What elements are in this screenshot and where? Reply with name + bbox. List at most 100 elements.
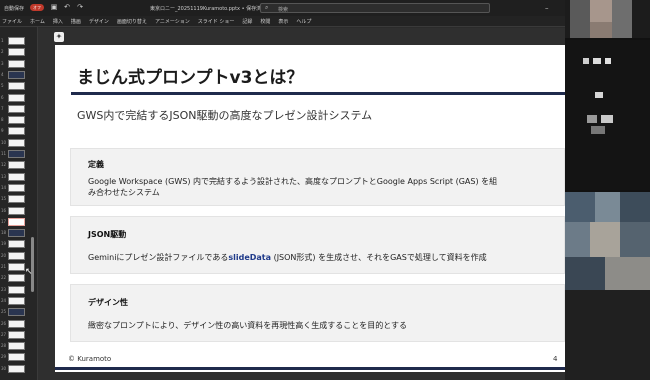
slide-thumbnail[interactable]	[8, 364, 25, 373]
video-participants-panel	[565, 0, 650, 290]
thumbnail-number: 4	[1, 71, 4, 77]
tab-help[interactable]: ヘルプ	[296, 18, 311, 25]
slidedata-keyword: slideData	[228, 253, 272, 262]
search-input[interactable]: ⌕ 検索	[260, 3, 490, 13]
slide-thumbnail[interactable]	[8, 183, 25, 192]
slide-title: まじん式プロンプトv3とは？	[77, 68, 304, 88]
undo-icon[interactable]: ↶	[63, 3, 71, 11]
slide-thumbnail[interactable]	[8, 319, 25, 328]
slide-options-icon[interactable]: ✦	[54, 32, 64, 42]
slide-thumbnail[interactable]	[8, 37, 25, 45]
card-heading: デザイン性	[88, 298, 128, 307]
slide[interactable]: まじん式プロンプトv3とは？ GWS内で完結するJSON駆動の高度なプレゼン設計…	[55, 45, 565, 372]
thumbnail-number: 18	[1, 230, 7, 236]
slide-thumbnail[interactable]	[8, 138, 25, 147]
card-body-line: Google Workspace (GWS) 内で完結するよう設計された、高度な…	[88, 177, 498, 186]
definition-card: 定義 Google Workspace (GWS) 内で完結するよう設計された、…	[70, 148, 565, 206]
quick-access-toolbar: ▣ ↶ ↷	[50, 3, 84, 11]
minimize-icon[interactable]: –	[545, 4, 553, 12]
tab-slideshow[interactable]: スライド ショー	[198, 18, 235, 25]
thumbnail-number: 20	[1, 252, 7, 258]
slide-thumbnail[interactable]	[8, 342, 25, 351]
footer-rule	[55, 367, 565, 370]
slide-thumbnail[interactable]	[8, 285, 25, 294]
thumbnail-number: 15	[1, 196, 7, 202]
slide-thumbnail[interactable]	[8, 150, 25, 158]
thumbnail-scrollbar[interactable]	[31, 237, 34, 292]
slide-thumbnail[interactable]	[8, 353, 25, 362]
search-placeholder: 検索	[278, 7, 289, 13]
slide-thumbnail[interactable]	[8, 172, 25, 181]
video-panel-footer	[565, 290, 650, 380]
participant-video-tile[interactable]	[565, 0, 650, 38]
slide-thumbnail[interactable]	[8, 127, 25, 136]
slide-thumbnail[interactable]	[8, 308, 25, 317]
slide-footer-copyright: © Kuramoto	[68, 355, 112, 363]
autosave-label: 自動保存	[4, 6, 25, 12]
slide-thumbnail[interactable]	[8, 70, 25, 79]
slide-thumbnail[interactable]	[8, 296, 25, 305]
participant-video-tile[interactable]	[565, 192, 650, 290]
tab-view[interactable]: 表示	[278, 18, 288, 25]
slide-thumbnail[interactable]	[8, 116, 25, 125]
card-body-line: 緻密なプロンプトにより、デザイン性の高い資料を再現性高く生成することを目的とする	[88, 321, 408, 330]
slide-thumbnail[interactable]	[8, 274, 25, 283]
design-card: デザイン性 緻密なプロンプトにより、デザイン性の高い資料を再現性高く生成すること…	[70, 284, 565, 342]
card-heading: 定義	[88, 160, 104, 169]
slide-thumbnail[interactable]	[8, 240, 25, 249]
tab-animations[interactable]: アニメーション	[155, 18, 190, 25]
thumbnail-number: 2	[1, 49, 4, 55]
thumbnail-number: 3	[1, 60, 4, 66]
tab-draw[interactable]: 描画	[71, 18, 81, 25]
presentation-app-window: 自動保存 オフ ▣ ↶ ↷ 東京ロニー_20251119Kuramoto.ppt…	[0, 0, 650, 380]
participant-video-tile[interactable]	[565, 40, 650, 190]
slide-thumbnail[interactable]	[8, 104, 25, 113]
tab-transitions[interactable]: 画面切り替え	[117, 18, 147, 25]
slide-thumbnail[interactable]	[8, 161, 25, 170]
slide-thumbnail[interactable]	[8, 48, 25, 57]
card-body-line: Geminiにプレゼン設計ファイルであるslideData (JSON形式) を…	[88, 252, 487, 263]
tab-home[interactable]: ホーム	[30, 18, 45, 25]
slide-thumbnail[interactable]	[8, 229, 25, 238]
thumbnail-number: 21	[1, 264, 7, 269]
slide-thumbnail[interactable]	[8, 82, 25, 91]
tab-insert[interactable]: 挿入	[53, 18, 63, 25]
card-body-text: (JSON形式) を生成させ、それをGASで処理して資料を作成	[271, 253, 487, 262]
json-card: JSON駆動 Geminiにプレゼン設計ファイルであるslideData (JS…	[70, 216, 565, 274]
save-icon[interactable]: ▣	[50, 3, 58, 11]
thumbnail-number: 7	[1, 105, 4, 111]
tab-record[interactable]: 記録	[242, 18, 252, 25]
thumbnail-number: 13	[1, 173, 7, 179]
thumbnail-number: 14	[1, 184, 7, 190]
search-icon: ⌕	[265, 4, 269, 11]
document-filename: 東京ロニー_20251119Kuramoto.pptx • 保存済み	[150, 6, 267, 12]
cursor-icon: ↖	[25, 267, 33, 277]
slide-thumbnail[interactable]	[8, 93, 25, 102]
slide-thumbnail[interactable]	[8, 59, 25, 68]
thumbnail-number: 29	[1, 354, 7, 360]
thumbnail-number: 5	[1, 83, 4, 89]
slide-thumbnail[interactable]	[8, 206, 25, 215]
slide-thumbnail[interactable]	[8, 330, 25, 339]
card-body-text: Geminiにプレゼン設計ファイルである	[88, 253, 229, 262]
slide-thumbnail[interactable]	[8, 251, 25, 260]
ribbon-tab-bar: ファイル ホーム 挿入 描画 デザイン 画面切り替え アニメーション スライド …	[0, 16, 650, 27]
slide-thumbnail[interactable]	[8, 263, 25, 271]
autosave-toggle[interactable]: オフ	[30, 4, 44, 11]
title-underline	[71, 92, 565, 95]
slide-subtitle: GWS内で完結するJSON駆動の高度なプレゼン設計システム	[77, 109, 373, 122]
redo-icon[interactable]: ↷	[76, 3, 84, 11]
slide-thumbnail[interactable]	[8, 217, 25, 226]
slide-page-number: 4	[553, 355, 558, 363]
thumbnail-number: 6	[1, 94, 4, 100]
tab-file[interactable]: ファイル	[2, 18, 22, 25]
tab-review[interactable]: 校閲	[260, 18, 270, 25]
tab-design[interactable]: デザイン	[89, 18, 109, 25]
thumbnail-number: 1	[1, 38, 4, 43]
slide-thumbnail[interactable]	[8, 195, 25, 204]
thumbnail-number: 25	[1, 309, 7, 315]
slide-thumbnail-pane: ↖ 1 2 3 4 5 6 7 8 9 10 11 12 13 14 15 16 17 18 19 20 21 22 23 2…	[0, 27, 38, 380]
thumbnail-number: 27	[1, 331, 7, 337]
thumbnail-number: 8	[1, 117, 4, 123]
thumbnail-number: 10	[1, 139, 7, 145]
